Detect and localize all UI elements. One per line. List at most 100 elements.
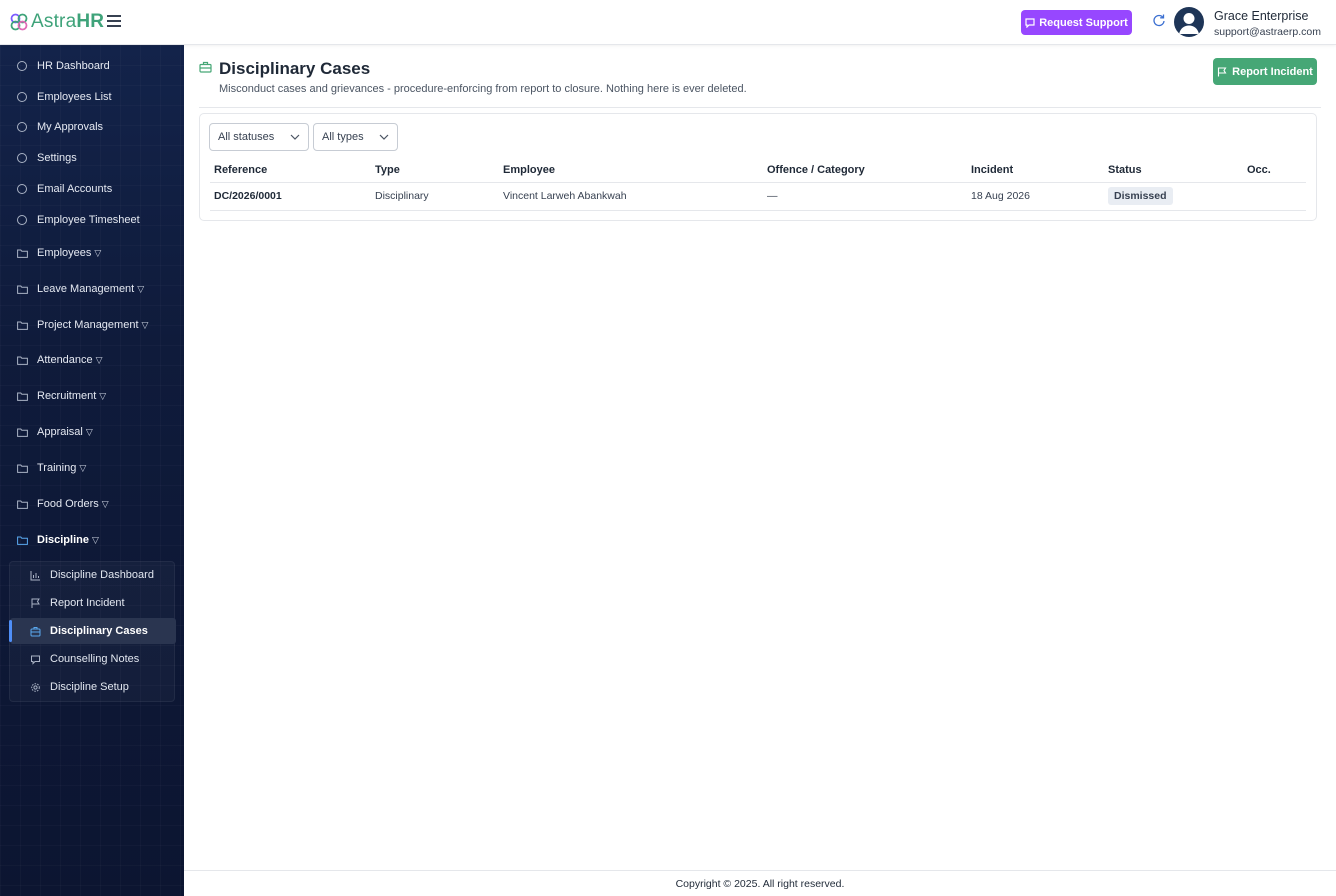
column-header-incident[interactable]: Incident <box>971 164 1013 176</box>
chevron-down-icon: ▽ <box>94 247 102 258</box>
folder-open-icon <box>17 536 28 545</box>
flag-icon <box>1218 66 1227 76</box>
sidebar-group-project-management[interactable]: Project Management ▽ <box>0 313 184 337</box>
sidebar-item-label: Email Accounts <box>37 183 113 195</box>
chevron-down-icon: ▽ <box>79 462 87 473</box>
sidebar-item-employees-list[interactable]: Employees List <box>0 85 184 109</box>
sidebar-item-label: HR Dashboard <box>37 60 110 72</box>
brand-name: AstraHR <box>31 11 105 32</box>
column-header-reference[interactable]: Reference <box>214 164 267 176</box>
sidebar-item-email-accounts[interactable]: Email Accounts <box>0 177 184 201</box>
sub-item-label: Discipline Setup <box>50 681 129 693</box>
user-avatar[interactable] <box>1174 7 1204 37</box>
sub-item-label: Counselling Notes <box>50 653 140 665</box>
user-email: support@astraerp.com <box>1214 26 1321 38</box>
chevron-down-icon: ▽ <box>85 426 93 437</box>
request-support-button[interactable]: Request Support <box>1021 10 1132 35</box>
sidebar-item-settings[interactable]: Settings <box>0 146 184 170</box>
type-filter-select[interactable]: All types <box>313 123 398 151</box>
sidebar-item-label: My Approvals <box>37 121 104 133</box>
chevron-down-icon: ▽ <box>137 283 145 294</box>
footer: Copyright © 2025. All right reserved. <box>184 870 1336 896</box>
sidebar-group-label: Food Orders <box>37 498 99 510</box>
circle-icon <box>17 184 27 194</box>
folder-icon <box>17 285 28 294</box>
cell-type: Disciplinary <box>375 190 429 202</box>
top-header: AstraHR Request Support Grace Enterprise… <box>0 0 1336 45</box>
cell-reference[interactable]: DC/2026/0001 <box>214 190 282 202</box>
user-name: Grace Enterprise <box>1214 9 1309 23</box>
table-row-divider <box>210 210 1306 211</box>
report-incident-button[interactable]: Report Incident <box>1213 58 1317 85</box>
discipline-submenu: Discipline Dashboard Report Incident Dis… <box>9 561 176 702</box>
chevron-down-icon: ▽ <box>99 390 107 401</box>
sub-item-report-incident[interactable]: Report Incident <box>10 590 176 616</box>
sidebar-group-discipline[interactable]: Discipline ▽ <box>0 528 184 552</box>
folder-icon <box>17 464 28 473</box>
sidebar-group-label: Project Management <box>37 319 139 331</box>
folder-icon <box>17 500 28 509</box>
table-header-divider <box>210 182 1306 183</box>
chevron-down-icon: ▽ <box>95 354 103 365</box>
sidebar-group-recruitment[interactable]: Recruitment ▽ <box>0 384 184 408</box>
sidebar-group-leave-management[interactable]: Leave Management ▽ <box>0 277 184 301</box>
main-content: Disciplinary Cases Misconduct cases and … <box>184 45 1336 896</box>
sidebar-item-employee-timesheet[interactable]: Employee Timesheet <box>0 208 184 232</box>
chevron-down-icon <box>379 134 389 140</box>
sidebar-group-label: Employees <box>37 247 92 259</box>
sub-item-counselling-notes[interactable]: Counselling Notes <box>10 646 176 672</box>
cell-employee: Vincent Larweh Abankwah <box>503 190 627 202</box>
menu-toggle-icon[interactable] <box>107 15 121 29</box>
page-subtitle: Misconduct cases and grievances - proced… <box>219 83 747 95</box>
sidebar-group-appraisal[interactable]: Appraisal ▽ <box>0 420 184 444</box>
folder-icon <box>17 249 28 258</box>
chevron-down-icon: ▽ <box>91 534 99 545</box>
sub-item-disciplinary-cases[interactable]: Disciplinary Cases <box>9 618 176 644</box>
column-header-employee[interactable]: Employee <box>503 164 555 176</box>
brand[interactable]: AstraHR <box>10 11 104 33</box>
circle-icon <box>17 215 27 225</box>
refresh-icon[interactable] <box>1152 13 1166 27</box>
circle-icon <box>17 153 27 163</box>
sidebar-group-food-orders[interactable]: Food Orders ▽ <box>0 492 184 516</box>
sub-item-discipline-setup[interactable]: Discipline Setup <box>10 674 176 700</box>
sidebar-item-my-approvals[interactable]: My Approvals <box>0 115 184 139</box>
sub-item-discipline-dashboard[interactable]: Discipline Dashboard <box>10 562 176 588</box>
page-title: Disciplinary Cases <box>219 59 371 78</box>
sidebar-group-label: Appraisal <box>37 426 83 438</box>
sidebar-group-training[interactable]: Training ▽ <box>0 456 184 480</box>
status-filter-value: All statuses <box>218 131 275 143</box>
column-header-occurrence[interactable]: Occ. <box>1247 164 1271 176</box>
chevron-down-icon: ▽ <box>101 498 109 509</box>
sidebar-group-label: Discipline <box>37 534 89 546</box>
sidebar-group-attendance[interactable]: Attendance ▽ <box>0 348 184 372</box>
chat-icon <box>31 655 40 665</box>
sidebar: HR Dashboard Employees List My Approvals… <box>0 45 184 896</box>
circle-icon <box>17 122 27 132</box>
user-icon <box>1179 13 1199 34</box>
chevron-down-icon <box>290 134 300 140</box>
status-filter-select[interactable]: All statuses <box>209 123 309 151</box>
bar-chart-icon <box>30 570 40 580</box>
column-header-offence-category[interactable]: Offence / Category <box>767 164 865 176</box>
sub-item-label: Report Incident <box>50 597 125 609</box>
status-badge: Dismissed <box>1108 187 1173 205</box>
folder-icon <box>17 428 28 437</box>
sidebar-item-label: Settings <box>37 152 77 164</box>
sidebar-group-employees[interactable]: Employees ▽ <box>0 241 184 265</box>
type-filter-value: All types <box>322 131 364 143</box>
briefcase-icon <box>199 61 212 73</box>
report-incident-label: Report Incident <box>1232 65 1313 78</box>
gear-icon <box>31 682 40 692</box>
request-support-label: Request Support <box>1039 16 1128 29</box>
chevron-down-icon: ▽ <box>141 319 149 330</box>
circle-icon <box>17 61 27 71</box>
sidebar-group-label: Training <box>37 462 77 474</box>
column-header-type[interactable]: Type <box>375 164 400 176</box>
sidebar-group-label: Leave Management <box>37 283 135 295</box>
briefcase-icon <box>30 626 41 636</box>
column-header-status[interactable]: Status <box>1108 164 1142 176</box>
folder-icon <box>17 356 28 365</box>
folder-icon <box>17 321 28 330</box>
sidebar-item-hr-dashboard[interactable]: HR Dashboard <box>0 54 184 78</box>
